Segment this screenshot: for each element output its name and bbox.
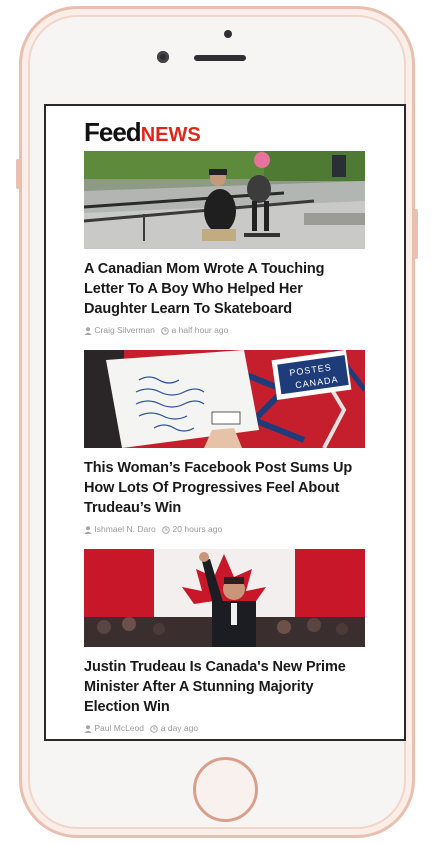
article-image-letter[interactable]: POSTES CANADA bbox=[84, 350, 365, 448]
logo-feed-text: Feed bbox=[84, 117, 142, 147]
article-time: a day ago bbox=[160, 722, 199, 733]
article-author[interactable]: Craig Silverman bbox=[94, 323, 154, 337]
article-image-trudeau[interactable] bbox=[84, 549, 365, 647]
article-meta: Ishmael N. Daro 20 hours ago bbox=[84, 521, 365, 535]
article-meta: Craig Silverman a half hour ago bbox=[84, 322, 365, 336]
power-button bbox=[414, 209, 418, 259]
user-icon bbox=[84, 522, 92, 536]
article-card[interactable]: A Canadian Mom Wrote A Touching Letter T… bbox=[84, 151, 365, 336]
article-time: 20 hours ago bbox=[172, 523, 223, 534]
article-card[interactable]: Justin Trudeau Is Canada's New Prime Min… bbox=[84, 549, 365, 734]
phone-screen: FeedNEWS A Canadian Mom Wrote A Touching… bbox=[44, 104, 406, 741]
proximity-sensor bbox=[224, 30, 232, 38]
clock-icon bbox=[150, 721, 159, 735]
article-meta: Paul McLeod a day ago bbox=[84, 720, 365, 734]
volume-button bbox=[16, 159, 20, 189]
logo-news-text: NEWS bbox=[140, 124, 201, 146]
election-rally-photo bbox=[84, 549, 365, 647]
article-author[interactable]: Paul McLeod bbox=[94, 721, 144, 735]
clock-icon bbox=[162, 522, 170, 536]
envelope-photo: POSTES CANADA bbox=[84, 350, 365, 448]
article-author[interactable]: Ishmael N. Daro bbox=[94, 522, 155, 536]
article-title[interactable]: A Canadian Mom Wrote A Touching Letter T… bbox=[84, 259, 365, 319]
app-logo[interactable]: FeedNEWS bbox=[84, 117, 365, 147]
article-title[interactable]: Justin Trudeau Is Canada's New Prime Min… bbox=[84, 657, 365, 717]
article-time: a half hour ago bbox=[171, 324, 229, 335]
article-card[interactable]: POSTES CANADA This Woman’s Facebook Post… bbox=[84, 350, 365, 535]
article-title[interactable]: This Woman’s Facebook Post Sums Up How L… bbox=[84, 458, 365, 518]
news-feed: FeedNEWS A Canadian Mom Wrote A Touching… bbox=[84, 106, 365, 734]
user-icon bbox=[84, 721, 92, 735]
home-button[interactable] bbox=[193, 757, 258, 822]
skatepark-photo bbox=[84, 151, 365, 249]
clock-icon bbox=[161, 323, 170, 337]
front-camera bbox=[157, 51, 169, 63]
user-icon bbox=[84, 323, 92, 337]
earpiece-speaker bbox=[194, 55, 246, 61]
article-image-skateboard[interactable] bbox=[84, 151, 365, 249]
